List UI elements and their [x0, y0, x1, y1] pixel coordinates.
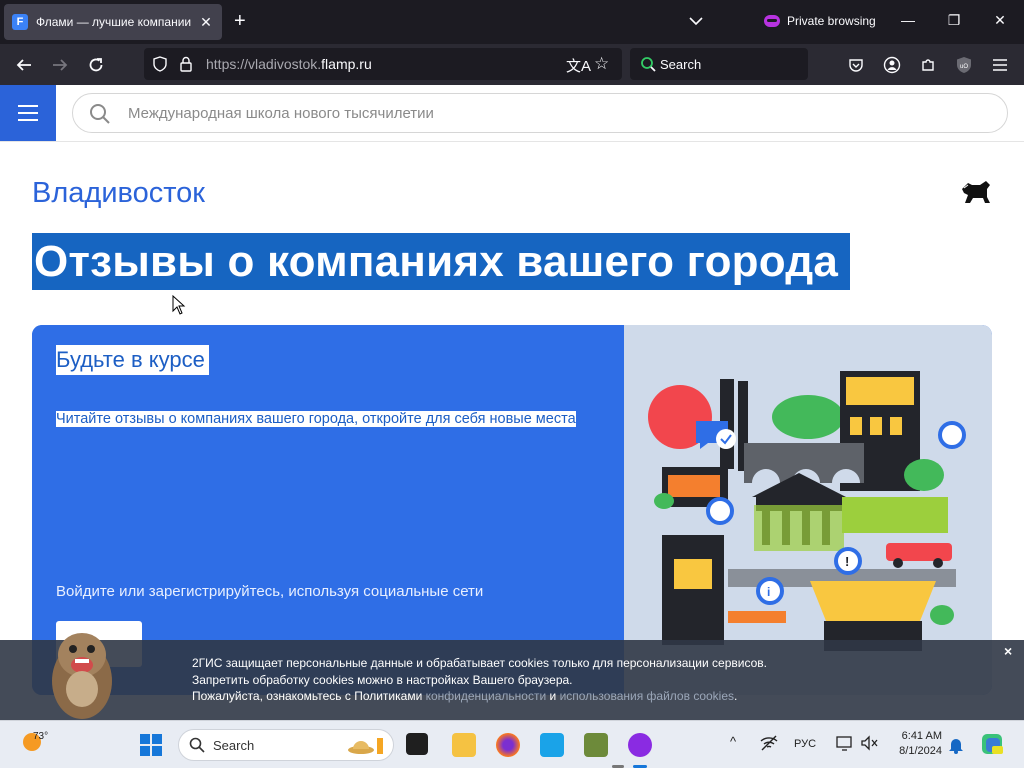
clock-date: 8/1/2024 — [899, 745, 942, 757]
ublock-origin-icon[interactable]: uO — [952, 53, 976, 77]
window-close-icon[interactable]: ✕ — [990, 12, 1010, 29]
url-bar[interactable]: https://vladivostok.flamp.ru 文A ☆ — [144, 48, 622, 80]
translate-icon[interactable]: 文A — [566, 55, 591, 76]
browser-search-field[interactable]: Search — [630, 48, 808, 80]
menu-line — [18, 105, 38, 107]
task-view-icon[interactable] — [406, 733, 428, 755]
network-app-icon[interactable] — [540, 733, 564, 757]
taskbar-search-icon — [189, 737, 205, 758]
header-divider — [0, 141, 1024, 142]
window-minimize-icon[interactable]: — — [898, 12, 918, 28]
window-restore-icon[interactable]: ❐ — [944, 12, 964, 29]
search-highlight-hat-icon — [347, 736, 387, 761]
cookie-consent-banner: 2ГИС защищает персональные данные и обра… — [0, 640, 1024, 720]
mouse-cursor-icon — [172, 294, 186, 320]
padlock-icon[interactable] — [179, 56, 193, 75]
weather-temperature: 73° — [33, 731, 49, 742]
file-explorer-icon[interactable] — [452, 733, 476, 757]
volume-muted-icon[interactable] — [860, 735, 878, 754]
reload-icon[interactable] — [84, 53, 108, 77]
private-browsing-label: Private browsing — [787, 14, 876, 28]
taskbar-search-label: Search — [213, 738, 255, 753]
promo-card-title: Будьте в курсе — [56, 345, 209, 375]
private-mask-icon — [764, 15, 780, 27]
cookie-line-1: 2ГИС защищает персональные данные и обра… — [192, 656, 767, 670]
svg-text:i: i — [767, 585, 770, 599]
menu-line — [18, 112, 38, 114]
cookie-line-2: Запретить обработку cookies можно в наст… — [192, 672, 573, 687]
seal-mascot-icon — [44, 619, 120, 720]
cookies-policy-link[interactable]: использования файлов cookies — [560, 689, 734, 703]
page-headline: Отзывы о компаниях вашего города — [32, 233, 851, 290]
extensions-puzzle-icon[interactable] — [916, 53, 940, 77]
display-icon[interactable] — [836, 735, 854, 754]
forward-arrow-icon[interactable] — [48, 53, 72, 77]
input-language[interactable]: РУС — [794, 738, 816, 750]
city-link[interactable]: Владивосток — [32, 177, 205, 210]
back-arrow-icon[interactable] — [12, 53, 36, 77]
site-search-placeholder: Международная школа нового тысячилетии — [128, 105, 434, 122]
cookie-close-icon[interactable]: × — [1004, 643, 1012, 660]
network-status-icon[interactable] — [760, 735, 778, 754]
private-browsing-indicator: Private browsing — [764, 14, 876, 28]
cookie-text: 2ГИС защищает персональные данные и обра… — [192, 655, 767, 705]
copilot-icon[interactable] — [980, 732, 1004, 759]
url-text: https://vladivostok.flamp.ru — [206, 56, 372, 72]
svg-text:uO: uO — [960, 64, 968, 70]
menu-line — [18, 119, 38, 121]
account-icon[interactable] — [880, 53, 904, 77]
cookie-line-3: Пожалуйста, ознакомьтесь с Политиками ко… — [192, 689, 738, 703]
new-tab-plus-icon[interactable]: + — [234, 10, 246, 32]
bookmark-star-icon[interactable]: ☆ — [594, 54, 609, 74]
tab-title: Флами — лучшие компании в — [36, 15, 192, 29]
site-search-input[interactable]: Международная школа нового тысячилетии — [72, 93, 1008, 133]
search-placeholder: Search — [660, 57, 702, 72]
promo-card-text: Читайте отзывы о компаниях вашего города… — [56, 411, 576, 427]
search-icon — [89, 103, 111, 130]
flamp-dog-logo-icon[interactable] — [960, 179, 992, 210]
browser-tab-bar: F Флами — лучшие компании в ✕ + Private … — [0, 0, 1024, 44]
browser-tab-active[interactable]: F Флами — лучшие компании в ✕ — [4, 4, 222, 40]
list-all-tabs-chevron-icon[interactable] — [688, 13, 704, 34]
firefox-icon[interactable] — [496, 733, 520, 757]
privacy-policy-link[interactable]: конфиденциальности — [426, 689, 547, 703]
browser-navigation-bar: https://vladivostok.flamp.ru 文A ☆ Search… — [0, 44, 1024, 85]
search-engine-icon — [640, 56, 656, 75]
clock-time: 6:41 AM — [901, 730, 942, 742]
taskbar-search-box[interactable]: Search — [178, 729, 394, 761]
game-app-icon[interactable] — [584, 733, 608, 757]
social-login-text: Войдите или зарегистрируйтесь, используя… — [56, 583, 484, 600]
pocket-icon[interactable] — [844, 53, 868, 77]
page-content: Международная школа нового тысячилетии В… — [0, 85, 1024, 720]
tracking-protection-shield-icon[interactable] — [152, 56, 168, 75]
system-clock[interactable]: 6:41 AM 8/1/2024 — [888, 729, 942, 759]
firefox-private-icon[interactable] — [628, 733, 652, 757]
windows-taskbar: 73° Search ^ РУС 6:41 AM 8/1/2024 — [0, 720, 1024, 768]
notification-bell-icon[interactable] — [948, 736, 964, 757]
tray-overflow-chevron-icon[interactable]: ^ — [730, 734, 736, 749]
svg-text:!: ! — [845, 554, 849, 569]
app-menu-hamburger-icon[interactable] — [988, 53, 1012, 77]
site-menu-button[interactable] — [0, 85, 56, 141]
flamp-favicon-icon: F — [12, 14, 28, 30]
tab-close-icon[interactable]: ✕ — [198, 14, 214, 31]
windows-start-icon[interactable] — [140, 734, 162, 756]
